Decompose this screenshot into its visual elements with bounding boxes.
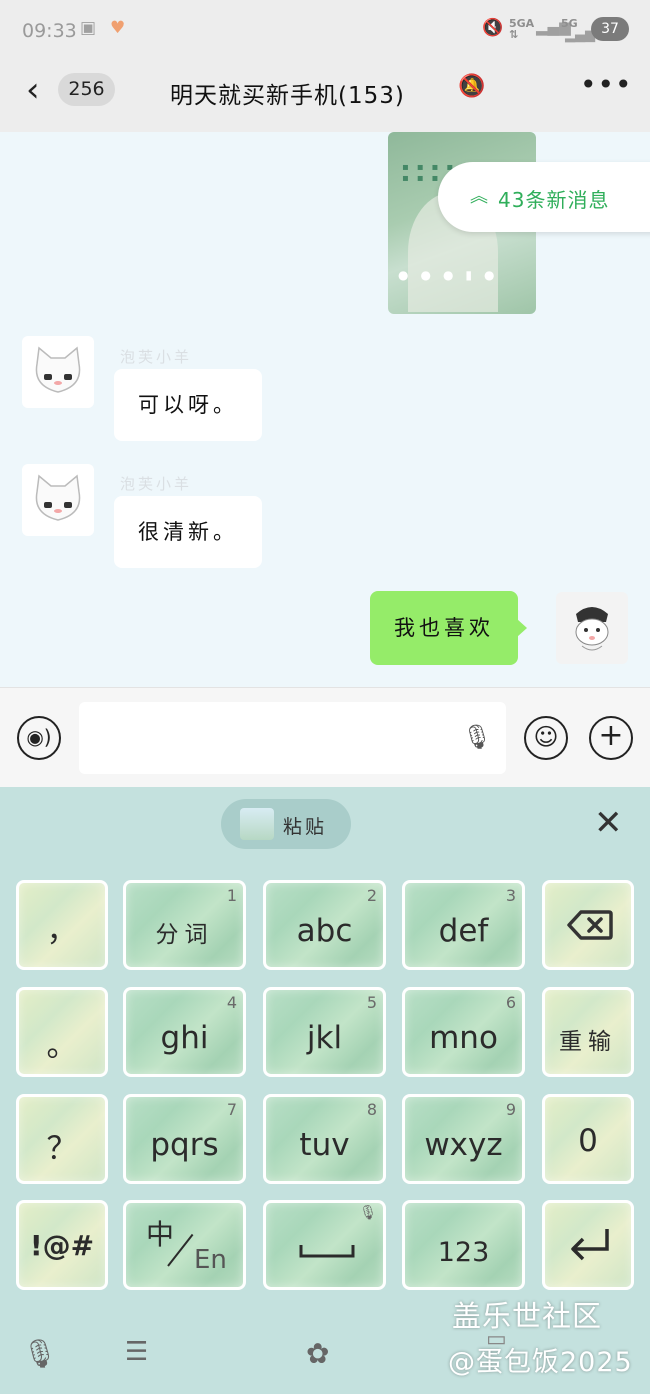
- key-abc[interactable]: 2 abc: [263, 880, 386, 970]
- message-input[interactable]: [79, 702, 506, 774]
- space-bar-icon: [299, 1245, 355, 1258]
- key-label: pqrs: [150, 1127, 219, 1163]
- key-label: wxyz: [424, 1127, 503, 1163]
- chat-area[interactable]: ▪▪▪▪ ▪▪▪▪ ●●●▮● ︽ 43条新消息 泡芙小羊 可以呀。 泡芙小羊 很…: [0, 132, 650, 687]
- screenshot-icon: ▣: [80, 18, 97, 38]
- message-bubble-incoming[interactable]: 可以呀。: [114, 369, 262, 441]
- key-numbers[interactable]: 123: [402, 1200, 525, 1290]
- backspace-icon: [567, 910, 613, 940]
- message-bubble-outgoing[interactable]: 我也喜欢: [370, 591, 527, 665]
- key-label: ？: [46, 1131, 78, 1167]
- key-wxyz[interactable]: 9 wxyz: [402, 1094, 525, 1184]
- cat-avatar-icon: [35, 474, 81, 521]
- sender-name: 泡芙小羊: [120, 475, 193, 493]
- key-label: 0: [578, 1123, 598, 1159]
- clipboard-thumbnail: [240, 808, 274, 840]
- key-digit: 9: [505, 1100, 516, 1119]
- key-pqrs[interactable]: 7 pqrs: [123, 1094, 246, 1184]
- key-digit: 4: [226, 993, 237, 1012]
- chat-title: 明天就买新手机(153): [170, 83, 405, 109]
- cat-avatar-icon: [35, 346, 81, 393]
- key-ghi[interactable]: 4 ghi: [123, 987, 246, 1077]
- key-language-switch[interactable]: 中 En: [123, 1200, 246, 1290]
- key-zero[interactable]: 0: [542, 1094, 634, 1184]
- key-label-en: En: [194, 1245, 227, 1275]
- key-digit: 6: [505, 993, 516, 1012]
- key-label-cn: 中: [146, 1218, 175, 1251]
- heart-icon: ♥: [110, 18, 126, 38]
- sheep-avatar-icon: [575, 607, 609, 651]
- key-reenter[interactable]: 重输: [542, 987, 634, 1077]
- mute-status-icon: 🔇: [482, 18, 504, 38]
- paste-label: 粘贴: [283, 816, 328, 838]
- more-icon[interactable]: •••: [580, 68, 633, 101]
- emoji-icon[interactable]: ☺: [524, 716, 568, 760]
- key-label: def: [438, 913, 489, 949]
- new-messages-button[interactable]: ︽ 43条新消息: [438, 162, 650, 232]
- microphone-icon[interactable]: 🎙: [462, 723, 492, 751]
- key-digit: 2: [366, 886, 377, 905]
- key-def[interactable]: 3 def: [402, 880, 525, 970]
- key-enter[interactable]: [542, 1200, 634, 1290]
- sender-name: 泡芙小羊: [120, 348, 193, 366]
- flower-icon[interactable]: ✿: [306, 1337, 329, 1370]
- avatar[interactable]: [22, 464, 94, 536]
- key-digit: 7: [226, 1100, 237, 1119]
- enter-icon: [571, 1229, 609, 1261]
- image-app-icons: ●●●▮●: [398, 268, 507, 282]
- key-digit: 5: [366, 993, 377, 1012]
- key-label: 分词: [155, 922, 214, 948]
- keyboard-layout-icon[interactable]: ☰: [125, 1337, 148, 1367]
- key-label: 123: [437, 1237, 490, 1268]
- key-symbols[interactable]: !@#: [16, 1200, 108, 1290]
- key-digit: 1: [226, 886, 237, 905]
- status-bar: 09:33 ▣ ♥ 🔇 5GA ⇅ ▂▄▆ 5G ▂▄▆ 37: [0, 0, 650, 60]
- key-period[interactable]: 。: [16, 987, 108, 1077]
- key-backspace[interactable]: [542, 880, 634, 970]
- key-label: jkl: [306, 1020, 343, 1056]
- chat-header: ‹ 256 明天就买新手机(153) 🔕 •••: [0, 60, 650, 132]
- close-icon[interactable]: ✕: [594, 803, 623, 843]
- self-avatar[interactable]: [556, 592, 628, 664]
- battery-indicator: 37: [591, 17, 629, 41]
- avatar[interactable]: [22, 336, 94, 408]
- key-label: tuv: [299, 1127, 350, 1163]
- key-label: ghi: [160, 1020, 209, 1056]
- double-chevron-up-icon: ︽: [470, 186, 488, 207]
- bell-muted-icon: 🔕: [458, 74, 486, 99]
- key-question[interactable]: ？: [16, 1094, 108, 1184]
- network-5ga: 5GA ⇅: [509, 17, 535, 41]
- key-label: mno: [429, 1020, 498, 1056]
- back-icon[interactable]: ‹: [26, 70, 40, 110]
- plus-icon[interactable]: +: [589, 716, 633, 760]
- keyboard: 粘贴 ✕ ， 1 分词 2 abc 3 def 。 4 ghi 5 jkl 6 …: [0, 787, 650, 1394]
- key-digit: 8: [366, 1100, 377, 1119]
- new-messages-label: 43条新消息: [498, 188, 610, 212]
- key-label: ，: [46, 913, 78, 949]
- key-label: 重输: [559, 1029, 617, 1055]
- voice-toggle-icon[interactable]: ◉): [17, 716, 61, 760]
- key-split-words[interactable]: 1 分词: [123, 880, 246, 970]
- key-label: 。: [46, 1028, 78, 1064]
- key-mno[interactable]: 6 mno: [402, 987, 525, 1077]
- key-label: !@#: [29, 1229, 95, 1262]
- key-tuv[interactable]: 8 tuv: [263, 1094, 386, 1184]
- key-comma[interactable]: ，: [16, 880, 108, 970]
- unread-badge[interactable]: 256: [58, 73, 115, 106]
- key-label: abc: [296, 913, 353, 949]
- status-time: 09:33: [22, 20, 77, 42]
- watermark-author: @蛋包饭2025: [448, 1347, 633, 1378]
- key-digit: 3: [505, 886, 516, 905]
- input-bar: ◉) 🎙 ☺ +: [0, 687, 650, 787]
- watermark-community: 盖乐世社区: [452, 1299, 603, 1333]
- voice-input-icon[interactable]: 🎙: [22, 1337, 58, 1370]
- paste-button[interactable]: 粘贴: [221, 799, 351, 849]
- key-space[interactable]: 🎙: [263, 1200, 386, 1290]
- message-bubble-incoming[interactable]: 很清新。: [114, 496, 262, 568]
- key-jkl[interactable]: 5 jkl: [263, 987, 386, 1077]
- mic-small-icon: 🎙: [359, 1205, 377, 1221]
